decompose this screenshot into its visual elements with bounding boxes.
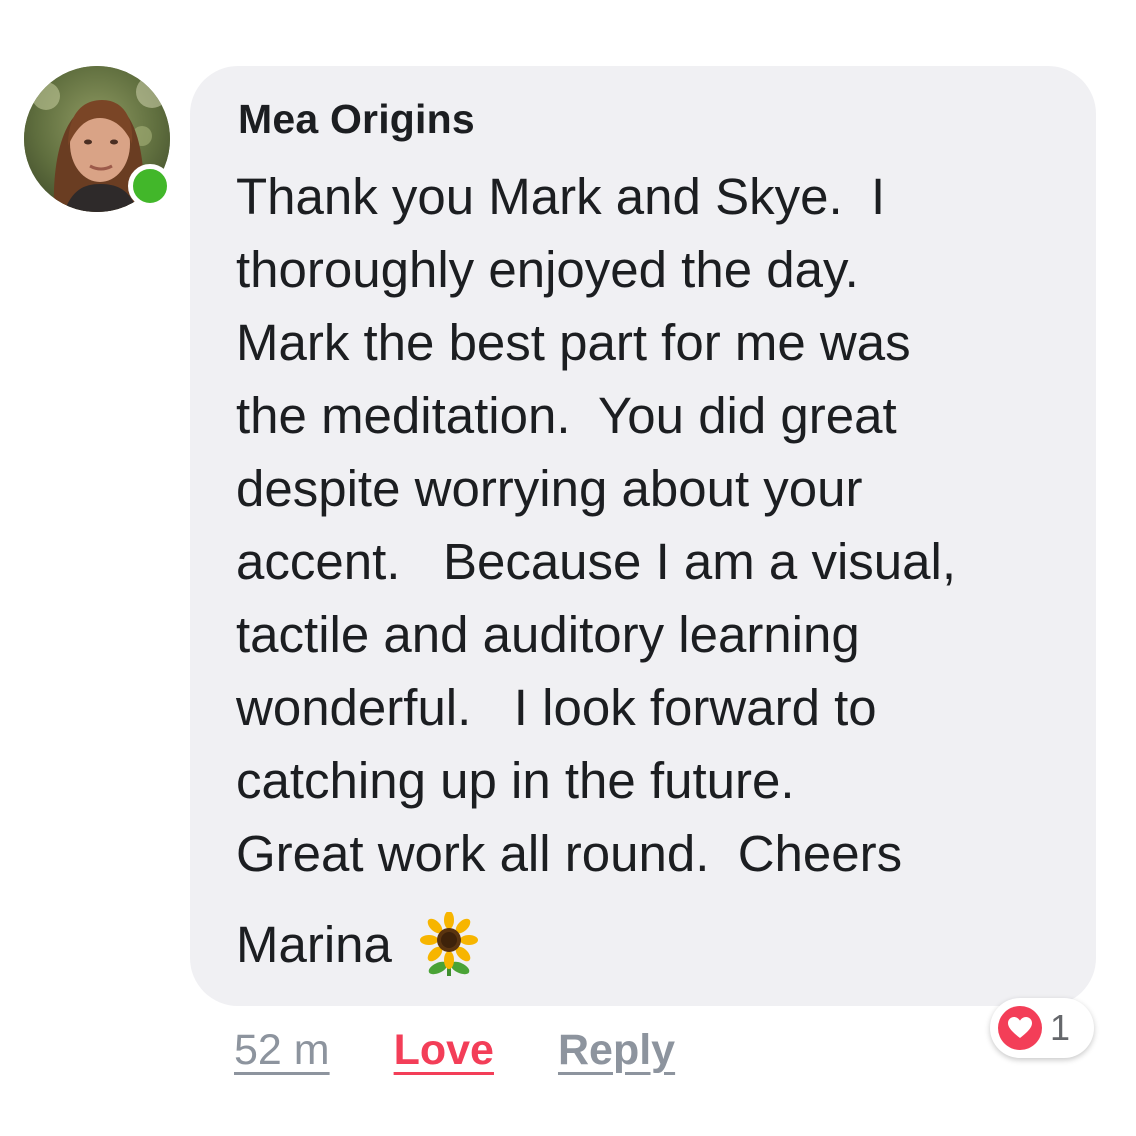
comment-text: Thank you Mark and Skye. I thoroughly en… xyxy=(236,160,1086,890)
online-status-indicator xyxy=(128,164,172,208)
comment-signature: Marina xyxy=(236,910,480,980)
heart-icon xyxy=(1008,1017,1032,1038)
love-button[interactable]: Love xyxy=(394,1026,494,1075)
comment-author-name[interactable]: Mea Origins xyxy=(238,96,475,143)
comment-screen: Mea Origins Thank you Mark and Skye. I t… xyxy=(0,0,1136,1136)
reply-button[interactable]: Reply xyxy=(558,1026,675,1075)
comment-line: the meditation. You did great xyxy=(236,387,897,444)
comment-line: catching up in the future. xyxy=(236,752,795,809)
reaction-count: 1 xyxy=(1050,1007,1071,1048)
comment-line: accent. Because I am a visual, xyxy=(236,533,957,590)
sunflower-icon xyxy=(419,912,478,976)
signature-name: Marina xyxy=(236,916,392,973)
comment-timestamp-link[interactable]: 52 m xyxy=(234,1026,330,1075)
comment-actions: 52 m Love Reply xyxy=(234,1020,675,1080)
comment-line: Thank you Mark and Skye. I xyxy=(236,168,886,225)
comment-line: despite worrying about your xyxy=(236,460,863,517)
comment-line: thoroughly enjoyed the day. xyxy=(236,241,859,298)
comment-line: Mark the best part for me was xyxy=(236,314,911,371)
comment-line: tactile and auditory learning xyxy=(236,606,860,663)
comment-line: wonderful. I look forward to xyxy=(236,679,877,736)
love-reaction-icon xyxy=(998,1006,1042,1050)
reaction-summary[interactable]: 1 xyxy=(990,998,1094,1058)
comment-line: Great work all round. Cheers xyxy=(236,825,903,882)
